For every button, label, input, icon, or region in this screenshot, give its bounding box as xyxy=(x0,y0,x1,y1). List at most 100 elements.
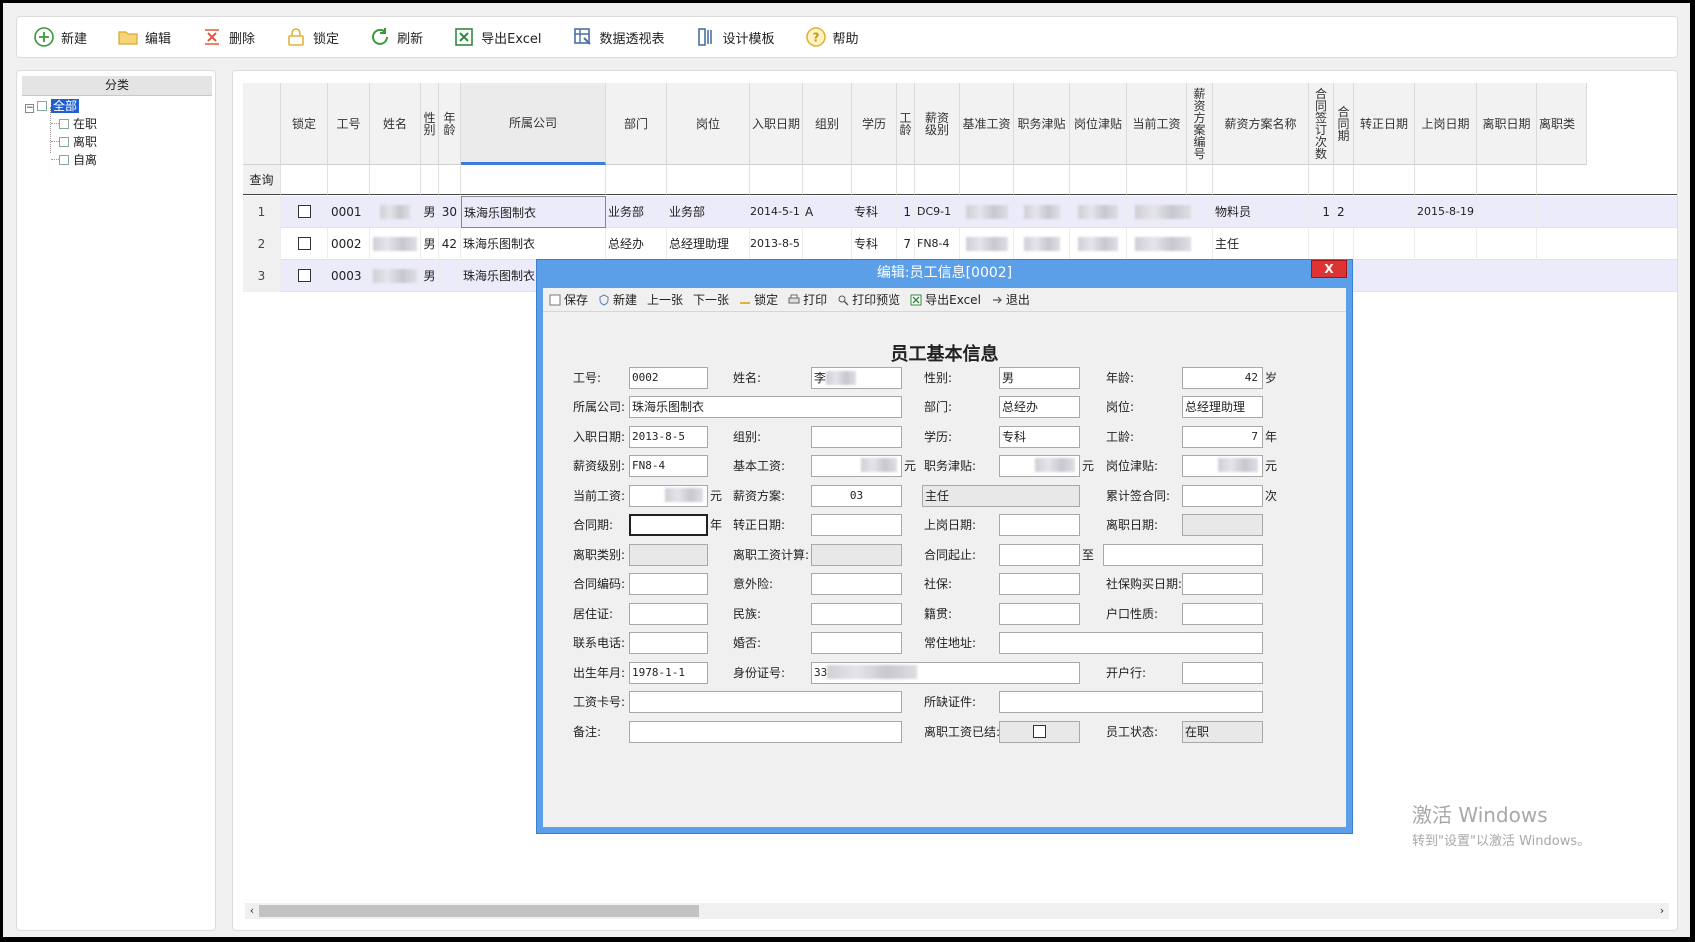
salary-card-field[interactable] xyxy=(629,691,902,713)
edit-button[interactable]: 编辑 xyxy=(117,26,171,48)
column-header[interactable]: 基准工资 xyxy=(960,83,1014,165)
column-header[interactable]: 合同签订次数 xyxy=(1309,83,1334,165)
new-button[interactable]: 新建 xyxy=(33,26,87,48)
filter-cell[interactable] xyxy=(1334,165,1354,195)
remark-field[interactable] xyxy=(629,721,902,743)
filter-cell[interactable] xyxy=(803,165,852,195)
company-field[interactable]: 珠海乐图制衣 xyxy=(629,396,902,418)
filter-cell[interactable] xyxy=(1070,165,1127,195)
column-header[interactable]: 上岗日期 xyxy=(1415,83,1477,165)
filter-cell[interactable] xyxy=(1213,165,1309,195)
contract-period-field[interactable] xyxy=(629,514,708,536)
seniority-field[interactable]: 7 xyxy=(1182,426,1263,448)
native-field[interactable] xyxy=(999,603,1080,625)
filter-cell[interactable] xyxy=(750,165,803,195)
checkbox-icon[interactable] xyxy=(37,101,47,111)
filter-cell[interactable] xyxy=(852,165,897,195)
next-record-button[interactable]: 下一张 xyxy=(693,291,729,308)
hire-date-field[interactable]: 2013-8-5 xyxy=(629,426,708,448)
name-field[interactable]: 李 xyxy=(811,367,902,389)
prev-record-button[interactable]: 上一张 xyxy=(647,291,683,308)
post-field[interactable]: 总经理助理 xyxy=(1182,396,1263,418)
lock-button[interactable]: 锁定 xyxy=(285,26,339,48)
filter-cell[interactable] xyxy=(667,165,750,195)
filter-cell[interactable] xyxy=(1477,165,1537,195)
filter-cell[interactable] xyxy=(897,165,915,195)
column-header[interactable]: 岗位 xyxy=(667,83,750,165)
social-date-field[interactable] xyxy=(1182,573,1263,595)
horizontal-scrollbar[interactable]: ‹ › xyxy=(245,903,1669,919)
column-header[interactable]: 组别 xyxy=(803,83,852,165)
lock-checkbox[interactable] xyxy=(297,205,311,218)
filter-cell[interactable] xyxy=(1309,165,1334,195)
bank-field[interactable] xyxy=(1182,662,1263,684)
filter-cell[interactable] xyxy=(1187,165,1213,195)
column-header[interactable]: 工号 xyxy=(328,83,370,165)
column-header[interactable]: 工龄 xyxy=(897,83,915,165)
column-header[interactable]: 部门 xyxy=(606,83,667,165)
idcard-field[interactable]: 33 xyxy=(811,662,1080,684)
filter-cell[interactable] xyxy=(281,165,328,195)
export-excel-button[interactable]: 导出Excel xyxy=(910,291,981,308)
ethnic-field[interactable] xyxy=(811,603,902,625)
print-preview-button[interactable]: 打印预览 xyxy=(837,291,900,308)
social-field[interactable] xyxy=(999,573,1080,595)
scroll-left-icon[interactable]: ‹ xyxy=(245,903,259,919)
duty-allowance-field[interactable] xyxy=(999,455,1080,477)
help-button[interactable]: ? 帮助 xyxy=(805,26,859,48)
lock-checkbox-cell[interactable] xyxy=(281,260,328,292)
confirm-date-field[interactable] xyxy=(811,514,902,536)
filter-cell[interactable] xyxy=(1415,165,1477,195)
filter-cell[interactable] xyxy=(1014,165,1070,195)
save-button[interactable]: 保存 xyxy=(549,291,588,308)
leave-settled-checkbox[interactable] xyxy=(1033,725,1046,738)
lock-checkbox[interactable] xyxy=(297,269,311,282)
company[interactable]: 珠海乐图制衣 xyxy=(461,196,606,228)
column-header[interactable]: 转正日期 xyxy=(1354,83,1415,165)
collapse-icon[interactable]: − xyxy=(25,104,34,113)
filter-cell[interactable] xyxy=(915,165,960,195)
exit-button[interactable]: 退出 xyxy=(991,291,1030,308)
column-header[interactable]: 薪资方案编号 xyxy=(1187,83,1213,165)
lock-checkbox[interactable] xyxy=(297,237,311,250)
group-field[interactable] xyxy=(811,426,902,448)
column-header[interactable]: 离职类 xyxy=(1537,83,1587,165)
lock-record-button[interactable]: 锁定 xyxy=(739,291,778,308)
filter-cell[interactable] xyxy=(1354,165,1415,195)
edu-field[interactable]: 专科 xyxy=(999,426,1080,448)
filter-cell[interactable] xyxy=(421,165,439,195)
grade-field[interactable]: FN8-4 xyxy=(629,455,708,477)
lock-checkbox-cell[interactable] xyxy=(281,228,328,260)
column-header[interactable]: 职务津贴 xyxy=(1014,83,1070,165)
column-header[interactable]: 姓名 xyxy=(370,83,421,165)
phone-field[interactable] xyxy=(629,632,708,654)
filter-cell[interactable] xyxy=(1127,165,1187,195)
insurance-field[interactable] xyxy=(811,573,902,595)
contracts-field[interactable] xyxy=(1182,485,1263,507)
birth-field[interactable]: 1978-1-1 xyxy=(629,662,708,684)
post-allowance-field[interactable] xyxy=(1182,455,1263,477)
id-field[interactable]: 0002 xyxy=(629,367,708,389)
tree-node-active[interactable]: 在职 xyxy=(51,115,97,133)
contract-no-field[interactable] xyxy=(629,573,708,595)
filter-cell[interactable] xyxy=(439,165,461,195)
design-template-button[interactable]: 设计模板 xyxy=(695,26,775,48)
column-header[interactable]: 当前工资 xyxy=(1127,83,1187,165)
tree-node-resigned[interactable]: 离职 xyxy=(51,133,97,151)
hukou-field[interactable] xyxy=(1182,603,1263,625)
onpost-date-field[interactable] xyxy=(999,514,1080,536)
table-row[interactable]: 2 0002 男 42 珠海乐图制衣 总经办 总经理助理 2013-8-5 专科… xyxy=(243,228,1677,260)
base-salary-field[interactable] xyxy=(811,455,902,477)
contract-start-field[interactable] xyxy=(999,544,1080,566)
new-record-button[interactable]: 新建 xyxy=(598,291,637,308)
table-row[interactable]: 1 0001 男 30 珠海乐图制衣 业务部 业务部 2014-5-1 A 专科… xyxy=(243,196,1677,228)
filter-cell[interactable] xyxy=(370,165,421,195)
missing-docs-field[interactable] xyxy=(999,691,1263,713)
delete-button[interactable]: 删除 xyxy=(201,26,255,48)
column-header[interactable]: 合同期 xyxy=(1334,83,1354,165)
column-header[interactable]: 锁定 xyxy=(281,83,328,165)
filter-cell[interactable] xyxy=(960,165,1014,195)
scroll-right-icon[interactable]: › xyxy=(1655,903,1669,919)
column-header[interactable]: 年龄 xyxy=(439,83,461,165)
current-salary-field[interactable] xyxy=(629,485,708,507)
